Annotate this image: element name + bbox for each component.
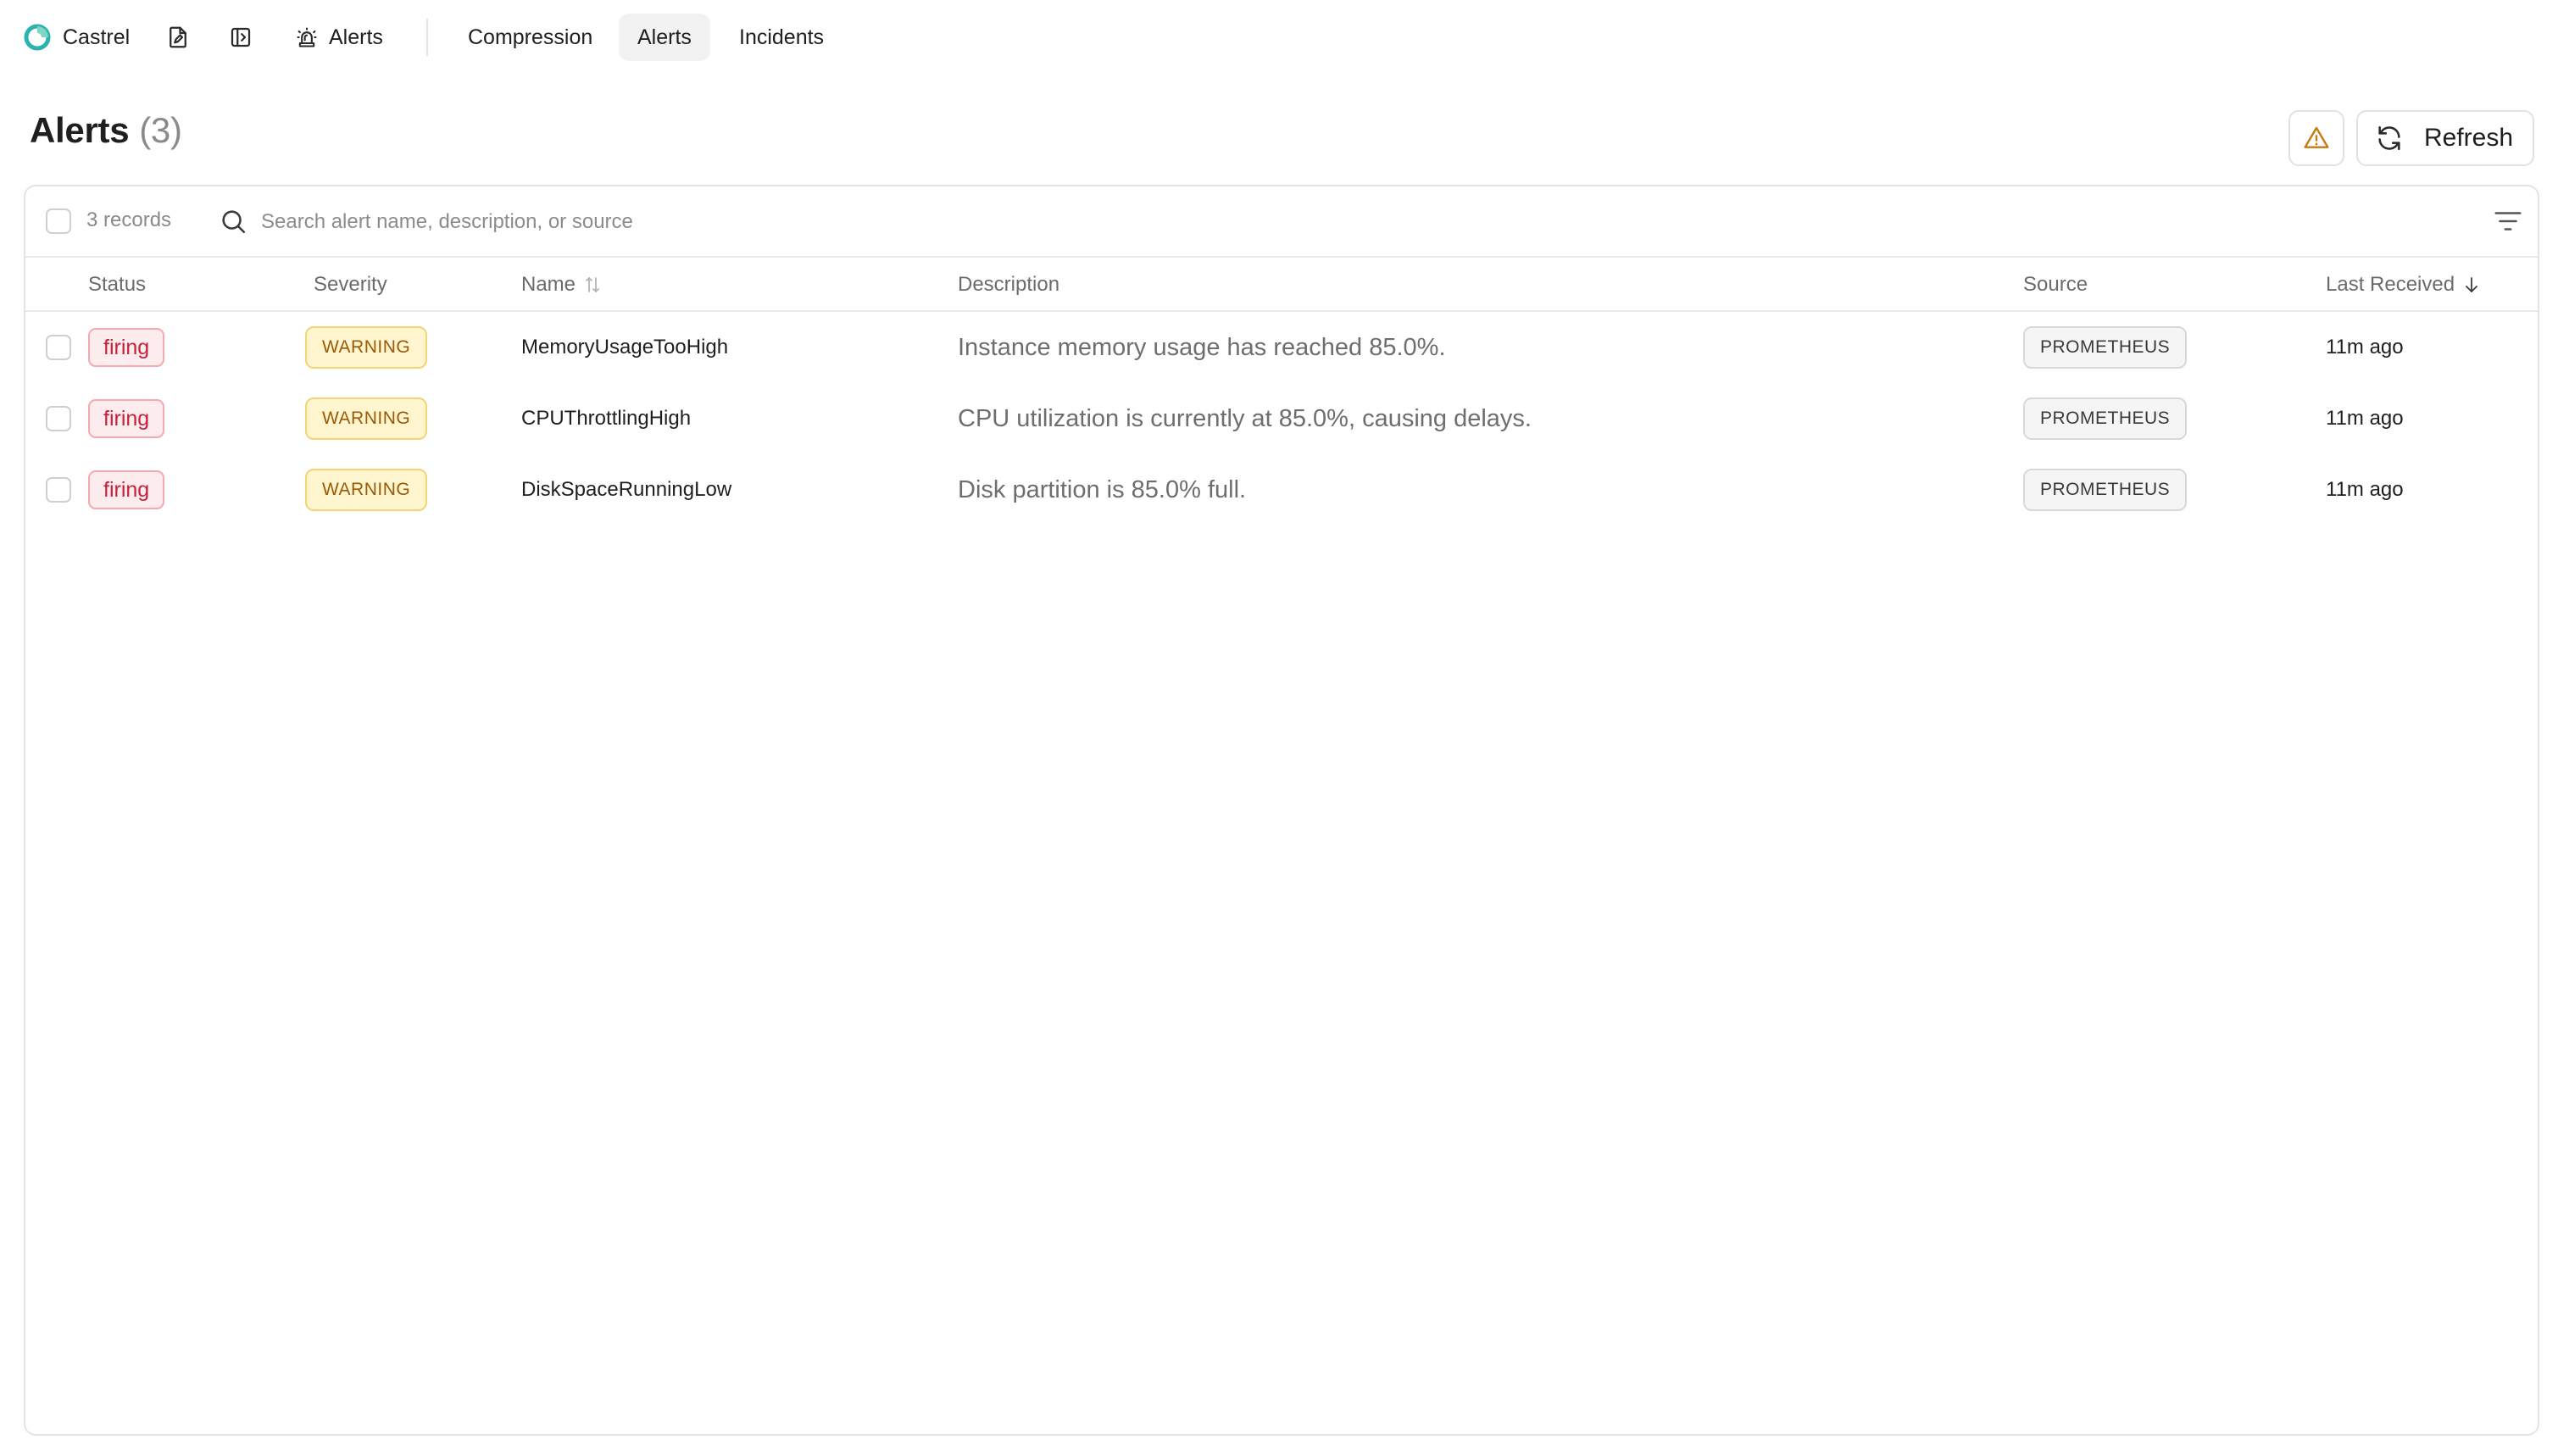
filter-icon[interactable] bbox=[2492, 205, 2524, 237]
source-badge: PROMETHEUS bbox=[2023, 326, 2188, 369]
select-all-checkbox[interactable] bbox=[46, 208, 71, 234]
alert-description: Disk partition is 85.0% full. bbox=[958, 475, 1247, 503]
status-badge: firing bbox=[88, 399, 165, 438]
source-badge: PROMETHEUS bbox=[2023, 469, 2188, 511]
warning-triangle-icon bbox=[2304, 126, 2329, 148]
severity-cell: WARNING bbox=[305, 454, 428, 525]
alert-name[interactable]: DiskSpaceRunningLow bbox=[521, 454, 731, 525]
column-description: Description bbox=[958, 273, 1059, 297]
table-row[interactable]: firing WARNING DiskSpaceRunningLow Disk … bbox=[25, 454, 2538, 525]
sidebar-panel-icon bbox=[231, 27, 251, 47]
column-status-label: Status bbox=[88, 273, 147, 296]
sort-descending-icon bbox=[2466, 277, 2477, 292]
last-received: 11m ago bbox=[2326, 478, 2404, 501]
alert-name[interactable]: CPUThrottlingHigh bbox=[521, 383, 691, 454]
search-icon bbox=[222, 210, 246, 234]
table-header: Status Severity Name Description Source … bbox=[25, 258, 2538, 312]
toggle-panel-button[interactable] bbox=[224, 20, 258, 54]
status-cell: firing bbox=[88, 312, 165, 383]
top-navigation: Castrel Alerts Compression Alerts Incide… bbox=[0, 0, 2558, 75]
alerts-count: (3) bbox=[139, 110, 182, 150]
refresh-button[interactable]: Refresh bbox=[2356, 110, 2534, 166]
page-title-text: Alerts bbox=[30, 110, 130, 150]
column-severity-label: Severity bbox=[314, 273, 387, 296]
table-row[interactable]: firing WARNING MemoryUsageTooHigh Instan… bbox=[25, 312, 2538, 383]
nav-alerts-link[interactable]: Alerts bbox=[295, 20, 383, 54]
column-last-received[interactable]: Last Received bbox=[2326, 273, 2482, 297]
castrel-logo-icon bbox=[24, 24, 51, 51]
page-title: Alerts (3) bbox=[30, 110, 182, 151]
severity-badge: WARNING bbox=[305, 326, 428, 369]
siren-icon bbox=[297, 27, 317, 47]
tab-alerts[interactable]: Alerts bbox=[619, 14, 710, 61]
column-name[interactable]: Name bbox=[521, 273, 603, 297]
alerts-table-card: 3 records Status Severity Name bbox=[24, 185, 2539, 1436]
records-count: 3 records bbox=[86, 208, 172, 231]
sort-both-icon bbox=[586, 277, 599, 292]
alert-name[interactable]: MemoryUsageTooHigh bbox=[521, 312, 728, 383]
severity-badge: WARNING bbox=[305, 397, 428, 440]
row-checkbox[interactable] bbox=[46, 335, 71, 360]
table-row[interactable]: firing WARNING CPUThrottlingHigh CPU uti… bbox=[25, 383, 2538, 454]
column-severity: Severity bbox=[314, 273, 387, 297]
column-source: Source bbox=[2023, 273, 2088, 297]
nav-alerts-label: Alerts bbox=[329, 25, 383, 49]
source-cell: PROMETHEUS bbox=[2023, 454, 2188, 525]
column-description-label: Description bbox=[958, 273, 1060, 296]
tab-incidents[interactable]: Incidents bbox=[720, 14, 842, 61]
column-source-label: Source bbox=[2023, 273, 2088, 296]
alert-description: CPU utilization is currently at 85.0%, c… bbox=[958, 404, 1532, 432]
severity-badge: WARNING bbox=[305, 469, 428, 511]
column-name-label: Name bbox=[521, 273, 576, 296]
source-badge: PROMETHEUS bbox=[2023, 397, 2188, 440]
row-checkbox[interactable] bbox=[46, 406, 71, 431]
status-badge: firing bbox=[88, 470, 165, 509]
refresh-label: Refresh bbox=[2424, 124, 2514, 152]
brand[interactable]: Castrel bbox=[24, 20, 130, 54]
document-edit-icon bbox=[170, 26, 186, 48]
search-input[interactable] bbox=[256, 202, 2375, 242]
column-status: Status bbox=[88, 273, 146, 297]
last-received: 11m ago bbox=[2326, 407, 2404, 430]
table-toolbar: 3 records bbox=[25, 186, 2538, 258]
row-checkbox-cell bbox=[46, 312, 71, 383]
row-checkbox-cell bbox=[46, 383, 71, 454]
warning-filter-button[interactable] bbox=[2288, 110, 2344, 166]
nav-divider bbox=[426, 19, 428, 56]
status-badge: firing bbox=[88, 328, 165, 367]
alert-description: Instance memory usage has reached 85.0%. bbox=[958, 333, 1446, 361]
source-cell: PROMETHEUS bbox=[2023, 383, 2188, 454]
new-document-button[interactable] bbox=[161, 20, 195, 54]
tab-compression[interactable]: Compression bbox=[449, 14, 611, 61]
row-checkbox-cell bbox=[46, 454, 71, 525]
status-cell: firing bbox=[88, 383, 165, 454]
severity-cell: WARNING bbox=[305, 312, 428, 383]
severity-cell: WARNING bbox=[305, 383, 428, 454]
brand-name: Castrel bbox=[63, 25, 131, 49]
column-last-received-label: Last Received bbox=[2326, 273, 2455, 296]
status-cell: firing bbox=[88, 454, 165, 525]
last-received: 11m ago bbox=[2326, 336, 2404, 358]
refresh-icon bbox=[2378, 125, 2400, 151]
source-cell: PROMETHEUS bbox=[2023, 312, 2188, 383]
row-checkbox[interactable] bbox=[46, 477, 71, 503]
